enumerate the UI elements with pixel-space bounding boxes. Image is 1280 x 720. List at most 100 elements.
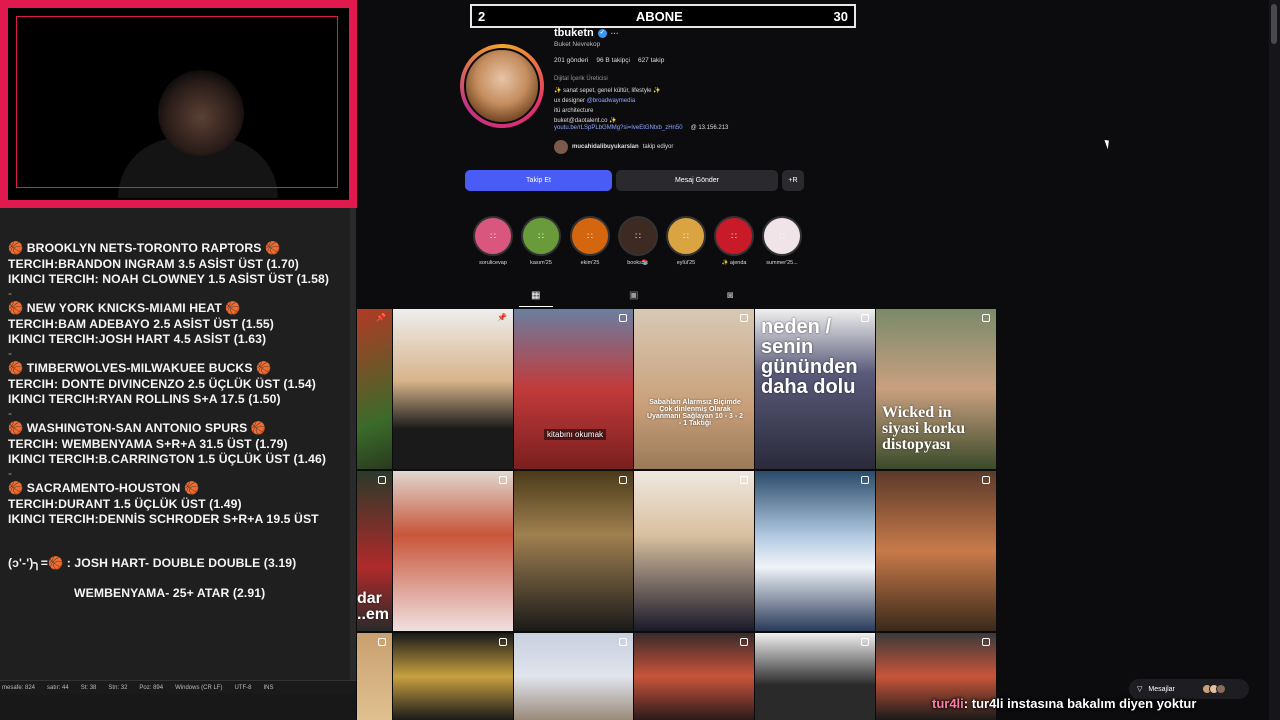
chat-avatar — [1215, 684, 1226, 694]
notepad-separator: - — [8, 346, 12, 360]
post-tile[interactable] — [393, 471, 513, 631]
tab-tagged-icon[interactable]: ◙ — [727, 290, 733, 301]
post-tile[interactable]: neden / senin gününden daha dolu — [755, 309, 875, 469]
post-tile[interactable] — [393, 633, 513, 720]
notepad-pick-line: TERCIH: DONTE DIVINCENZO 2.5 ÜÇLÜK ÜST (… — [8, 377, 316, 391]
followed-by-row[interactable]: mucahidalibuyukarslan takip ediyor — [554, 140, 673, 154]
page-scrollbar[interactable] — [1269, 0, 1280, 720]
stream-chat-message: tur4li: tur4li instasına bakalım diyen y… — [932, 696, 1196, 711]
story-highlight[interactable]: ∷ kasım'25 — [519, 216, 563, 266]
more-options-icon[interactable]: ··· — [611, 29, 619, 38]
notepad-extra-pick: (ↄ'-')╮=🏀 : JOSH HART- DOUBLE DOUBLE (3.… — [8, 556, 297, 570]
status-item: UTF-8 — [234, 684, 252, 691]
story-highlight[interactable]: ∷ sorulicevap — [471, 216, 515, 266]
post-tile[interactable]: 📌 — [357, 309, 392, 469]
profile-username[interactable]: tbuketn — [554, 27, 594, 39]
highlight-label: summer'25... — [766, 260, 798, 266]
reel-icon — [619, 638, 627, 646]
chat-username: tur4li — [932, 696, 964, 711]
status-item: Stn: 32 — [108, 684, 128, 691]
highlight-cover[interactable]: ∷ — [666, 216, 706, 256]
notepad-pick-line: IKINCI TERCIH:DENNİS SCHRODER S+R+A 19.5… — [8, 512, 319, 526]
message-button[interactable]: Mesaj Gönder — [616, 170, 778, 191]
follower-avatar — [554, 140, 568, 154]
status-item: mesafe: 824 — [2, 684, 36, 691]
post-tile[interactable] — [357, 633, 392, 720]
notepad-match-header: 🏀 BROOKLYN NETS-TORONTO RAPTORS 🏀 — [8, 241, 281, 255]
highlight-label: eylül'25 — [676, 260, 696, 266]
post-tile[interactable]: kitabını okumak — [514, 309, 633, 469]
pinned-icon: 📌 — [497, 313, 507, 322]
highlight-cover[interactable]: ∷ — [570, 216, 610, 256]
reel-icon — [378, 638, 386, 646]
reel-icon — [861, 476, 869, 484]
profile-link[interactable]: youtu.be/rLSpPLbGMMg?si=IveEtGNtxb_zHn50 — [554, 125, 683, 131]
verified-badge-icon: ✓ — [597, 28, 607, 38]
post-overlay-text: dar ..em — [357, 590, 390, 623]
follow-button[interactable]: Takip Et — [465, 170, 612, 191]
notepad-pick-line: IKINCI TERCIH:B.CARRINGTON 1.5 ÜÇLÜK ÜST… — [8, 452, 326, 466]
tab-posts-grid-icon[interactable]: ▦ — [531, 290, 540, 301]
story-highlight[interactable]: ∷ summer'25... — [760, 216, 804, 266]
post-tile[interactable] — [634, 633, 754, 720]
highlight-label: ekim'25 — [580, 260, 600, 266]
notepad-scrollbar[interactable] — [350, 208, 356, 680]
story-highlight[interactable]: ∷ ekim'25 — [568, 216, 612, 266]
post-tile[interactable] — [634, 471, 754, 631]
subscriber-goal-overlay: 2 ABONE 30 — [470, 4, 856, 28]
reel-icon — [982, 638, 990, 646]
webcam-frame — [0, 0, 357, 208]
following-count[interactable]: 627 takip — [638, 57, 664, 64]
basketball-icon: 🏀 — [8, 301, 27, 315]
notepad-match-header: 🏀 SACRAMENTO-HOUSTON 🏀 — [8, 481, 200, 495]
profile-avatar-story-ring[interactable] — [460, 44, 544, 128]
reel-icon — [378, 476, 386, 484]
threads-count[interactable]: @ 13.156.213 — [691, 125, 729, 131]
post-tile[interactable]: Wicked in siyasi korku distopyası — [876, 309, 996, 469]
post-tile[interactable] — [514, 633, 633, 720]
status-item: Poz: 894 — [139, 684, 164, 691]
notepad-extra-pick: WEMBENYAMA- 25+ ATAR (2.91) — [74, 586, 266, 600]
highlight-cover[interactable]: ∷ — [714, 216, 754, 256]
tab-reels-icon[interactable]: ▣ — [629, 290, 638, 301]
post-tile[interactable]: dar ..em — [357, 471, 392, 631]
messages-avatars — [1201, 684, 1226, 694]
active-tab-indicator — [519, 306, 553, 307]
suggest-user-button[interactable]: +R — [782, 170, 804, 191]
reel-icon — [740, 476, 748, 484]
post-tile[interactable] — [876, 471, 996, 631]
story-highlight[interactable]: ∷ ✨ ajenda — [712, 216, 756, 266]
basketball-icon: 🏀 — [8, 481, 27, 495]
goal-current: 2 — [478, 8, 486, 24]
post-tile[interactable] — [755, 633, 875, 720]
follower-username[interactable]: mucahidalibuyukarslan — [572, 144, 639, 150]
bio-mention-link[interactable]: @broadwaymedia — [587, 98, 635, 104]
followers-count[interactable]: 96 B takipçi — [596, 57, 630, 64]
story-highlight[interactable]: ∷ books📚 — [616, 216, 660, 266]
highlight-cover[interactable]: ∷ — [473, 216, 513, 256]
notepad-editor[interactable]: 🏀 BROOKLYN NETS-TORONTO RAPTORS 🏀 TERCIH:… — [0, 208, 356, 680]
highlight-cover[interactable]: ∷ — [618, 216, 658, 256]
profile-avatar[interactable] — [464, 48, 540, 124]
status-item: INS — [263, 684, 274, 691]
notepad-match-header: 🏀 TIMBERWOLVES-MILWAKUEE BUCKS 🏀 — [8, 361, 272, 375]
profile-bio: ✨ sanat sepet, genel kültür, lifestyle ✨… — [554, 86, 661, 126]
profile-full-name: Buket Nevrekop — [554, 41, 601, 48]
notepad-pick-line: TERCIH:DURANT 1.5 ÜÇLÜK ÜST (1.49) — [8, 497, 242, 511]
posts-count: 201 gönderi — [554, 57, 589, 64]
post-tile[interactable] — [514, 471, 633, 631]
profile-stats: 201 gönderi 96 B takipçi 627 takip — [554, 57, 664, 64]
post-tile[interactable] — [755, 471, 875, 631]
reel-icon — [740, 638, 748, 646]
status-item: Windows (CR LF) — [175, 684, 223, 691]
reel-icon — [982, 476, 990, 484]
post-tile[interactable]: 📌 — [393, 309, 513, 469]
stream-scene: 🏀 BROOKLYN NETS-TORONTO RAPTORS 🏀 TERCIH:… — [0, 0, 1280, 720]
basketball-icon: 🏀 — [8, 421, 27, 435]
scrollbar-thumb[interactable] — [1271, 4, 1277, 44]
story-highlight[interactable]: ∷ eylül'25 — [664, 216, 708, 266]
post-tile[interactable]: Sabahları Alarmsız Biçimde Çok dinlenmiş… — [634, 309, 754, 469]
highlight-cover[interactable]: ∷ — [521, 216, 561, 256]
highlight-label: books📚 — [627, 260, 649, 266]
highlight-cover[interactable]: ∷ — [762, 216, 802, 256]
